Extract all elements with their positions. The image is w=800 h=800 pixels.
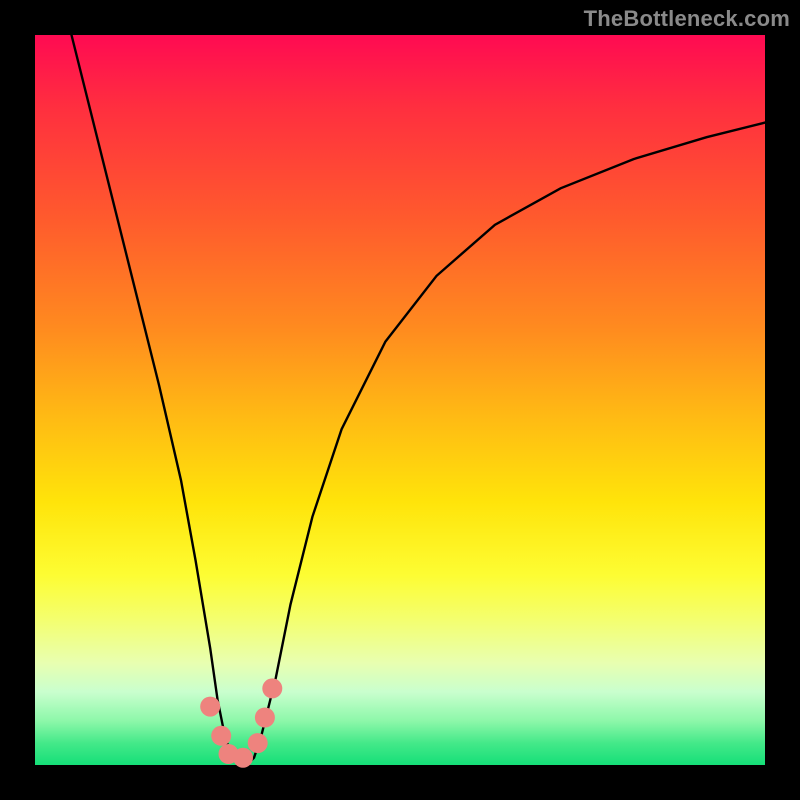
curve-marker	[262, 678, 282, 698]
curve-layer	[35, 35, 765, 765]
curve-marker	[233, 748, 253, 768]
marker-group	[200, 678, 282, 767]
curve-marker	[200, 697, 220, 717]
curve-marker	[248, 733, 268, 753]
watermark-text: TheBottleneck.com	[584, 6, 790, 32]
curve-marker	[211, 726, 231, 746]
plot-area	[35, 35, 765, 765]
bottleneck-curve	[72, 35, 766, 765]
chart-frame: TheBottleneck.com	[0, 0, 800, 800]
curve-marker	[255, 708, 275, 728]
